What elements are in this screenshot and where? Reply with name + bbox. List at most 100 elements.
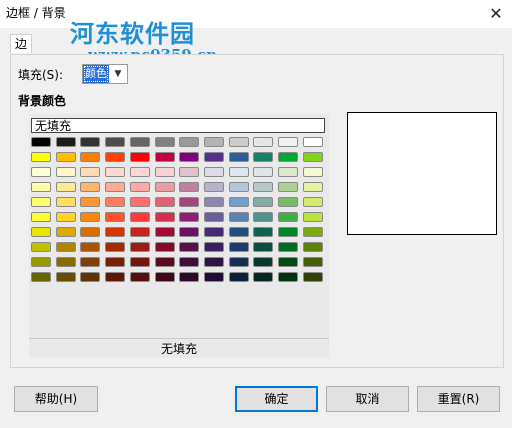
color-swatch[interactable] (253, 272, 274, 282)
color-swatch[interactable] (179, 182, 200, 192)
color-swatch[interactable] (31, 242, 51, 252)
color-swatch[interactable] (302, 212, 323, 222)
color-swatch[interactable] (105, 272, 126, 282)
color-swatch[interactable] (80, 242, 101, 252)
color-swatch[interactable] (203, 272, 224, 282)
color-swatch[interactable] (80, 212, 101, 222)
color-swatch[interactable] (302, 182, 323, 192)
color-swatch[interactable] (253, 167, 274, 177)
color-swatch[interactable] (253, 242, 274, 252)
color-swatch[interactable] (228, 242, 249, 252)
color-swatch[interactable] (55, 212, 76, 222)
color-swatch[interactable] (302, 167, 323, 177)
color-swatch[interactable] (179, 257, 200, 267)
color-swatch[interactable] (253, 212, 274, 222)
color-swatch[interactable] (228, 212, 249, 222)
color-swatch[interactable] (105, 137, 126, 147)
fill-type-select[interactable]: 颜色 ▼ (82, 64, 128, 84)
color-swatch[interactable] (105, 167, 126, 177)
color-swatch[interactable] (154, 167, 175, 177)
color-swatch[interactable] (203, 227, 224, 237)
color-swatch[interactable] (253, 257, 274, 267)
color-swatch[interactable] (129, 167, 150, 177)
color-swatch[interactable] (302, 227, 323, 237)
color-swatch[interactable] (129, 272, 150, 282)
color-swatch[interactable] (154, 137, 175, 147)
color-swatch[interactable] (105, 257, 126, 267)
color-swatch[interactable] (179, 272, 200, 282)
color-swatch[interactable] (105, 242, 126, 252)
color-swatch[interactable] (179, 137, 200, 147)
color-swatch[interactable] (129, 152, 150, 162)
color-swatch[interactable] (228, 272, 249, 282)
color-swatch[interactable] (31, 212, 51, 222)
color-swatch[interactable] (253, 227, 274, 237)
color-swatch[interactable] (203, 137, 224, 147)
color-swatch[interactable] (278, 212, 298, 222)
color-swatch[interactable] (129, 182, 150, 192)
color-swatch[interactable] (278, 152, 298, 162)
color-swatch[interactable] (278, 227, 298, 237)
color-swatch[interactable] (253, 182, 274, 192)
fill-type-value[interactable]: 颜色 (83, 65, 109, 83)
color-swatch[interactable] (80, 227, 101, 237)
color-swatch[interactable] (253, 137, 274, 147)
color-swatch[interactable] (129, 212, 150, 222)
color-swatch[interactable] (203, 182, 224, 192)
color-swatch[interactable] (278, 257, 298, 267)
color-swatch[interactable] (278, 197, 298, 207)
color-swatch[interactable] (154, 182, 175, 192)
color-swatch[interactable] (179, 242, 200, 252)
color-swatch[interactable] (154, 197, 175, 207)
color-swatch[interactable] (253, 197, 274, 207)
color-swatch[interactable] (228, 167, 249, 177)
color-swatch[interactable] (179, 197, 200, 207)
chevron-down-icon[interactable]: ▼ (111, 66, 125, 82)
color-swatch[interactable] (129, 197, 150, 207)
no-fill-option[interactable]: 无填充 (31, 118, 325, 133)
color-swatch[interactable] (55, 167, 76, 177)
color-swatch[interactable] (154, 227, 175, 237)
color-swatch[interactable] (203, 152, 224, 162)
color-swatch[interactable] (31, 257, 51, 267)
color-swatch[interactable] (154, 242, 175, 252)
color-swatch[interactable] (253, 152, 274, 162)
color-swatch[interactable] (203, 242, 224, 252)
color-swatch[interactable] (105, 152, 126, 162)
tab-border-background[interactable]: 边框 背景 (10, 34, 33, 105)
color-swatch[interactable] (55, 272, 76, 282)
color-swatch[interactable] (105, 212, 126, 222)
color-swatch[interactable] (31, 182, 51, 192)
color-swatch[interactable] (302, 137, 323, 147)
color-swatch[interactable] (302, 242, 323, 252)
color-swatch[interactable] (105, 182, 126, 192)
color-swatch[interactable] (31, 167, 51, 177)
color-swatch[interactable] (302, 272, 323, 282)
color-swatch[interactable] (203, 167, 224, 177)
color-swatch[interactable] (80, 257, 101, 267)
color-swatch[interactable] (80, 152, 101, 162)
color-swatch[interactable] (154, 212, 175, 222)
color-swatch[interactable] (80, 182, 101, 192)
color-swatch[interactable] (228, 182, 249, 192)
color-swatch[interactable] (80, 137, 101, 147)
color-swatch[interactable] (129, 137, 150, 147)
color-swatch[interactable] (80, 197, 101, 207)
color-swatch[interactable] (154, 152, 175, 162)
close-icon[interactable]: ✕ (480, 0, 512, 26)
color-swatch[interactable] (302, 257, 323, 267)
color-swatch[interactable] (55, 182, 76, 192)
color-swatch[interactable] (228, 152, 249, 162)
color-swatch[interactable] (203, 212, 224, 222)
color-swatch[interactable] (55, 242, 76, 252)
color-swatch[interactable] (179, 152, 200, 162)
color-swatch[interactable] (154, 257, 175, 267)
color-swatch[interactable] (179, 212, 200, 222)
cancel-button[interactable]: 取消 (326, 386, 409, 412)
color-swatch[interactable] (129, 242, 150, 252)
color-swatch[interactable] (105, 227, 126, 237)
color-swatch[interactable] (154, 272, 175, 282)
ok-button[interactable]: 确定 (235, 386, 318, 412)
color-swatch[interactable] (179, 227, 200, 237)
color-swatch[interactable] (302, 197, 323, 207)
